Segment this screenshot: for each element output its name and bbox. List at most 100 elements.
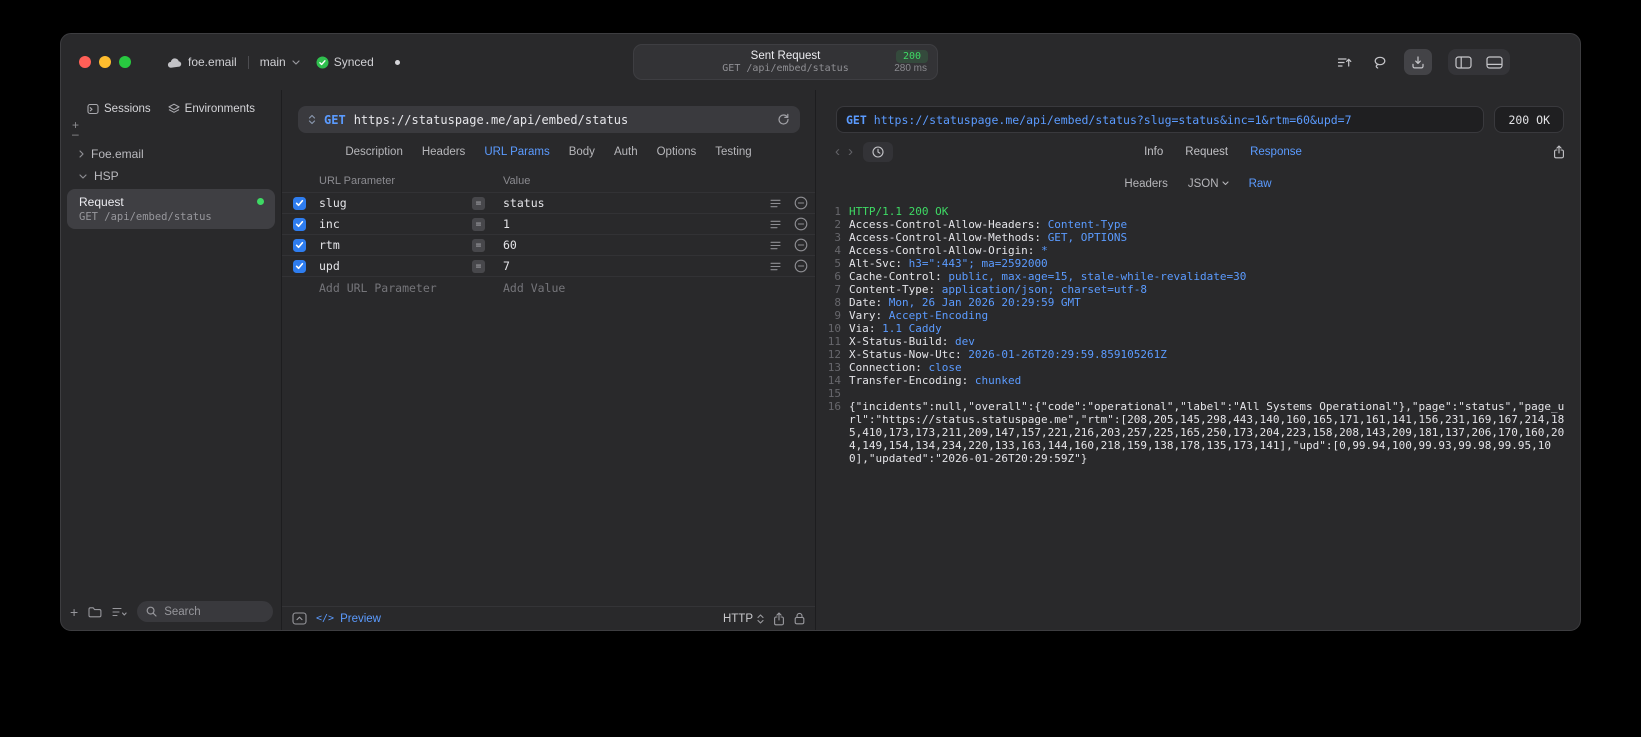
tab-environments[interactable]: Environments: [168, 103, 255, 115]
sent-request-url-box[interactable]: GET https://statuspage.me/api/embed/stat…: [836, 106, 1485, 133]
response-tab-request[interactable]: Request: [1185, 146, 1228, 158]
response-subtab-headers[interactable]: Headers: [1124, 178, 1167, 190]
request-tab-auth[interactable]: Auth: [614, 146, 638, 158]
param-value[interactable]: 60: [494, 238, 763, 252]
expand-panel-button[interactable]: [292, 612, 307, 625]
param-name[interactable]: upd: [312, 259, 472, 273]
param-menu-icon[interactable]: [763, 220, 787, 229]
response-line: 11 X-Status-Build: dev: [824, 335, 1568, 348]
resend-icon[interactable]: [777, 113, 790, 126]
export-icon[interactable]: [773, 611, 785, 626]
request-tab-url-params[interactable]: URL Params: [484, 146, 549, 158]
response-subtab-json[interactable]: JSON: [1188, 178, 1229, 190]
sidebar-request-item-selected[interactable]: Request GET /api/embed/status: [67, 189, 275, 229]
sidebar-footer: +: [70, 601, 273, 622]
line-number: 3: [834, 231, 841, 244]
request-tab-options[interactable]: Options: [657, 146, 697, 158]
param-name[interactable]: rtm: [312, 238, 472, 252]
param-type-icon: =: [472, 196, 485, 210]
request-item-title: Request: [79, 195, 124, 209]
workspace-name[interactable]: foe.email: [188, 55, 237, 69]
response-subtab-raw[interactable]: Raw: [1249, 178, 1272, 190]
request-panel: GET https://statuspage.me/api/embed/stat…: [282, 90, 816, 630]
sort-menu-button[interactable]: [112, 607, 127, 617]
line-number: 4: [834, 244, 841, 257]
line-number: 9: [834, 309, 841, 322]
toggle-sidebar-icon[interactable]: [1448, 49, 1479, 75]
request-tab-description[interactable]: Description: [345, 146, 403, 158]
lock-icon[interactable]: [794, 612, 805, 625]
sent-request-pill[interactable]: Sent Request GET /api/embed/status 200 2…: [633, 44, 938, 80]
toggle-bottom-panel-icon[interactable]: [1479, 49, 1510, 75]
line-number: 13: [827, 361, 841, 374]
request-tab-headers[interactable]: Headers: [422, 146, 465, 158]
new-folder-button[interactable]: [88, 606, 102, 618]
tree-item-hsp[interactable]: HSP: [61, 165, 281, 187]
param-row: inc = 1: [282, 214, 815, 235]
search-icon: [146, 606, 157, 617]
param-name[interactable]: slug: [312, 196, 472, 210]
zoom-window-button[interactable]: [119, 56, 131, 68]
import-button[interactable]: [1404, 49, 1432, 75]
param-value[interactable]: 1: [494, 217, 763, 231]
history-forward-icon[interactable]: ›: [844, 144, 857, 159]
param-remove-icon[interactable]: [787, 259, 815, 273]
history-button[interactable]: [863, 141, 893, 162]
param-enabled-checkbox[interactable]: [293, 217, 306, 231]
line-number: 15: [827, 387, 841, 400]
response-tab-info[interactable]: Info: [1144, 146, 1163, 158]
branch-name[interactable]: main: [260, 55, 286, 69]
lasso-button[interactable]: [1368, 50, 1392, 74]
param-name[interactable]: inc: [312, 217, 472, 231]
request-url-input[interactable]: https://statuspage.me/api/embed/status: [354, 113, 769, 127]
param-enabled-checkbox[interactable]: [293, 238, 306, 252]
param-remove-icon[interactable]: [787, 196, 815, 210]
close-window-button[interactable]: [79, 56, 91, 68]
request-method[interactable]: GET: [324, 113, 346, 127]
param-menu-icon[interactable]: [763, 262, 787, 271]
minimize-window-button[interactable]: [99, 56, 111, 68]
param-value[interactable]: status: [494, 196, 763, 210]
line-number: 11: [827, 335, 841, 348]
layout-toggle-group: [1448, 49, 1510, 75]
sort-filter-button[interactable]: [1332, 50, 1356, 74]
tree-item-foe-email[interactable]: Foe.email: [61, 143, 281, 165]
titlebar-toolbar: [1332, 34, 1510, 90]
check-circle-icon: [316, 56, 329, 69]
tree-item-label: Foe.email: [91, 147, 144, 161]
param-value[interactable]: 7: [494, 259, 763, 273]
request-tab-testing[interactable]: Testing: [715, 146, 751, 158]
request-tab-body[interactable]: Body: [569, 146, 595, 158]
method-select-icon[interactable]: [308, 114, 316, 125]
param-menu-icon[interactable]: [763, 199, 787, 208]
add-request-button[interactable]: +: [70, 605, 78, 619]
response-line: 9 Vary: Accept-Encoding: [824, 309, 1568, 322]
sidebar-tabs: Sessions Environments: [61, 99, 281, 119]
share-response-icon[interactable]: [1553, 144, 1565, 159]
line-number: 7: [834, 283, 841, 296]
response-tab-response[interactable]: Response: [1250, 146, 1302, 158]
search-input[interactable]: [162, 604, 264, 619]
sidebar-collapse-button[interactable]: –: [72, 128, 79, 140]
history-back-icon[interactable]: ‹: [831, 144, 844, 159]
workspace-divider: [247, 55, 249, 69]
add-param-value-placeholder[interactable]: Add Value: [494, 281, 763, 295]
response-body[interactable]: 1 HTTP/1.1 200 OK 2 Access-Control-Allow-He…: [816, 198, 1580, 630]
param-row: slug = status: [282, 193, 815, 214]
url-bar[interactable]: GET https://statuspage.me/api/embed/stat…: [298, 106, 800, 133]
param-menu-icon[interactable]: [763, 241, 787, 250]
status-code-badge: 200: [895, 50, 928, 63]
sidebar-search[interactable]: [137, 601, 273, 622]
preview-button[interactable]: </> Preview: [316, 613, 381, 625]
param-remove-icon[interactable]: [787, 238, 815, 252]
param-enabled-checkbox[interactable]: [293, 259, 306, 273]
add-param-name-placeholder[interactable]: Add URL Parameter: [312, 281, 472, 295]
add-param-row[interactable]: Add URL Parameter Add Value: [282, 277, 815, 298]
line-number: 2: [834, 218, 841, 231]
tab-sessions[interactable]: Sessions: [87, 103, 151, 115]
param-remove-icon[interactable]: [787, 217, 815, 231]
param-enabled-checkbox[interactable]: [293, 196, 306, 210]
response-panel: GET https://statuspage.me/api/embed/stat…: [816, 90, 1580, 630]
sync-status[interactable]: Synced: [316, 55, 374, 69]
protocol-select[interactable]: HTTP: [723, 613, 764, 625]
